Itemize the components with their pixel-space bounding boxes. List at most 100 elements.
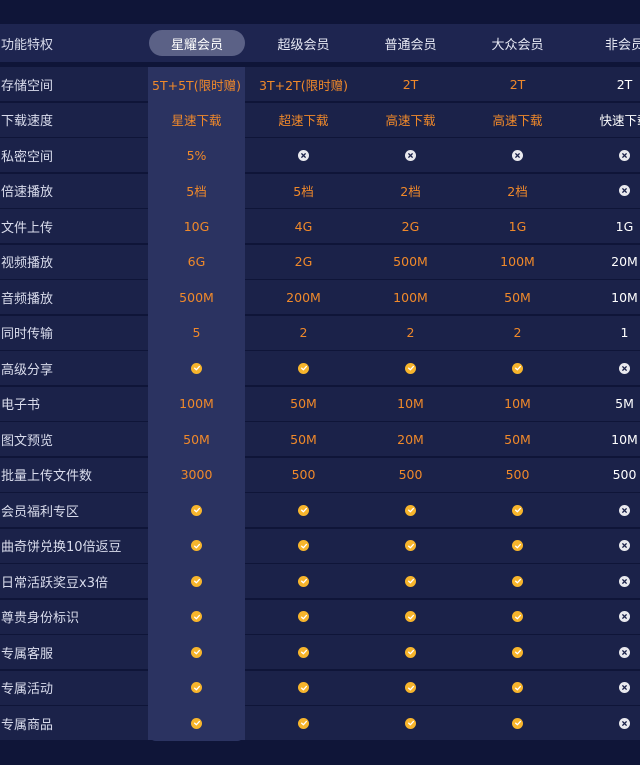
check-icon — [469, 600, 566, 634]
value-cell: 5档 — [148, 173, 245, 208]
check-icon — [362, 706, 459, 740]
check-icon — [148, 564, 245, 598]
table-row: 电子书 100M 50M 10M 10M 5M — [0, 386, 640, 421]
check-icon — [469, 671, 566, 705]
value-cell: 4G — [294, 218, 313, 234]
value-cell: 星速下载 — [148, 102, 245, 137]
table-row: 批量上传文件数 3000 500 500 500 500 — [0, 457, 640, 492]
table-row: 图文预览 50M 50M 20M 50M 10M — [0, 422, 640, 456]
value-cell: 快速下载 — [599, 113, 640, 128]
comparison-table: 存储空间 5T+5T(限时赠) 3T+2T(限时赠) 2T 2T 2T 下载速度 星速下载 超速… — [0, 67, 640, 742]
table-row: 会员福利专区 — [0, 493, 640, 527]
tab-regular-member[interactable]: 普通会员 — [362, 24, 459, 62]
value-cell: 200M — [286, 289, 321, 305]
value-cell: 500M — [393, 254, 428, 269]
check-icon — [469, 635, 566, 669]
feature-label: 存储空间 — [1, 78, 54, 94]
feature-label: 视频播放 — [1, 256, 54, 271]
value-cell: 50M — [504, 289, 531, 305]
value-cell: 50M — [290, 396, 317, 411]
table-row: 视频播放 6G 2G 500M 100M 20M — [0, 244, 640, 279]
feature-label: 专属活动 — [1, 682, 54, 697]
value-cell: 2G — [294, 254, 313, 269]
cross-icon — [255, 138, 352, 172]
value-cell: 3T+2T(限时赠) — [259, 77, 348, 93]
check-icon — [362, 351, 459, 385]
check-icon — [255, 600, 352, 634]
value-cell: 10M — [504, 396, 531, 411]
value-cell: 500M — [148, 280, 245, 314]
value-cell: 500 — [612, 467, 637, 482]
table-row: 专属客服 — [0, 635, 640, 669]
value-cell: 500 — [505, 467, 530, 482]
value-cell: 5档 — [293, 184, 314, 199]
value-cell: 2G — [401, 218, 420, 234]
cross-icon — [576, 493, 640, 527]
check-icon — [469, 706, 566, 740]
value-cell: 2 — [513, 325, 522, 340]
value-cell: 2档 — [507, 184, 528, 199]
table-row: 曲奇饼兑换10倍返豆 — [0, 528, 640, 563]
check-icon — [255, 351, 352, 385]
value-cell: 20M — [397, 431, 424, 447]
value-cell: 5 — [148, 315, 245, 350]
table-row: 下载速度 星速下载 超速下载 高速下载 高速下载 快速下载 — [0, 102, 640, 137]
tab-xingyao-member[interactable]: 星耀会员 — [149, 30, 245, 56]
value-cell: 2 — [299, 325, 308, 340]
table-row: 尊贵身份标识 — [0, 599, 640, 634]
feature-label: 文件上传 — [1, 220, 54, 236]
check-icon — [362, 671, 459, 705]
cross-icon — [576, 600, 640, 634]
cross-icon — [469, 138, 566, 172]
table-row: 日常活跃奖豆x3倍 — [0, 564, 640, 598]
check-icon — [255, 529, 352, 563]
check-icon — [469, 493, 566, 527]
tab-super-member[interactable]: 超级会员 — [255, 24, 352, 62]
tab-public-member[interactable]: 大众会员 — [469, 24, 566, 62]
value-cell: 10G — [148, 209, 245, 243]
feature-label: 倍速播放 — [1, 185, 54, 200]
check-icon — [148, 635, 245, 669]
value-cell: 5T+5T(限时赠) — [148, 67, 245, 101]
tab-non-member[interactable]: 非会员 — [576, 24, 640, 62]
feature-label: 尊贵身份标识 — [1, 611, 80, 626]
cross-icon — [576, 564, 640, 598]
value-cell: 超速下载 — [278, 113, 329, 128]
membership-comparison-page: 功能特权 星耀会员 超级会员 普通会员 大众会员 非会员 存储空间 5T+5T(限… — [0, 0, 640, 765]
table-row: 文件上传 10G 4G 2G 1G 1G — [0, 209, 640, 243]
value-cell: 6G — [148, 244, 245, 279]
feature-column-header: 功能特权 — [1, 37, 54, 53]
value-cell: 5M — [615, 396, 634, 411]
feature-label: 同时传输 — [1, 327, 54, 342]
value-cell: 500 — [398, 467, 423, 482]
value-cell: 10M — [611, 289, 638, 305]
value-cell: 2T — [402, 76, 419, 92]
check-icon — [362, 493, 459, 527]
feature-label: 电子书 — [1, 398, 41, 413]
table-row: 专属商品 — [0, 706, 640, 740]
feature-label: 图文预览 — [1, 433, 54, 449]
value-cell: 高速下载 — [385, 113, 436, 128]
cross-icon — [576, 351, 640, 385]
cross-icon — [576, 671, 640, 705]
value-cell: 50M — [290, 431, 317, 447]
table-row: 专属活动 — [0, 670, 640, 705]
check-icon — [469, 529, 566, 563]
value-cell: 10M — [397, 396, 424, 411]
value-cell: 2T — [616, 76, 633, 92]
check-icon — [362, 529, 459, 563]
table-row: 倍速播放 5档 5档 2档 2档 — [0, 173, 640, 208]
cross-icon — [576, 174, 640, 208]
value-cell: 10M — [611, 431, 638, 447]
check-icon — [255, 671, 352, 705]
value-cell: 1G — [508, 218, 527, 234]
check-icon — [148, 599, 245, 634]
feature-label: 下载速度 — [1, 114, 54, 129]
value-cell: 100M — [500, 254, 535, 269]
check-icon — [148, 670, 245, 705]
value-cell: 50M — [148, 422, 245, 456]
value-cell: 2档 — [400, 184, 421, 199]
table-row: 音频播放 500M 200M 100M 50M 10M — [0, 280, 640, 314]
value-cell: 2T — [509, 76, 526, 92]
value-cell: 5% — [148, 138, 245, 172]
